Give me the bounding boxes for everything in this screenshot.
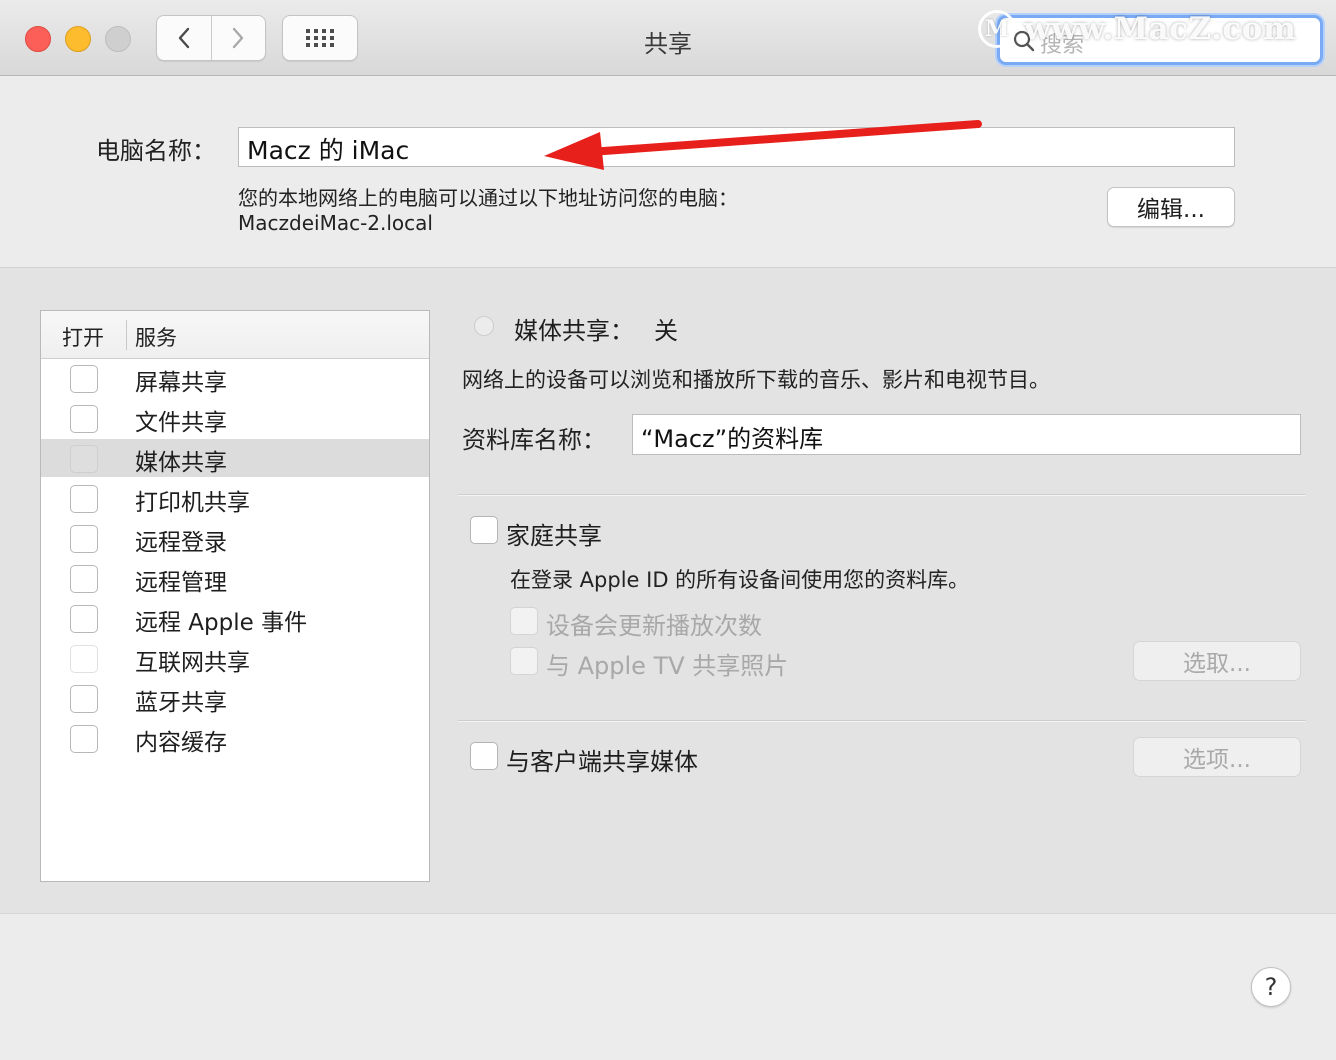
- service-label: 内容缓存: [135, 730, 227, 756]
- client-options-button[interactable]: 选项...: [1133, 737, 1301, 777]
- computer-name-label: 电脑名称：: [96, 137, 216, 165]
- divider: [458, 494, 1306, 496]
- service-label: 远程登录: [135, 530, 227, 556]
- service-description: 网络上的设备可以浏览和播放所下载的音乐、影片和电视节目。: [462, 368, 1050, 392]
- computer-name-field[interactable]: Macz 的 iMac: [238, 127, 1235, 167]
- service-label: 打印机共享: [135, 490, 250, 516]
- update-play-count-label: 设备会更新播放次数: [546, 612, 762, 640]
- service-status-title: 媒体共享：: [514, 317, 634, 345]
- local-hostname: MaczdeiMac-2.local: [238, 211, 433, 235]
- service-checkbox[interactable]: [70, 365, 98, 393]
- service-checkbox[interactable]: [70, 725, 98, 753]
- share-media-with-clients-checkbox[interactable]: [470, 742, 498, 770]
- service-label: 蓝牙共享: [135, 690, 227, 716]
- home-sharing-label[interactable]: 家庭共享: [506, 516, 602, 551]
- service-label: 互联网共享: [135, 650, 250, 676]
- service-checkbox[interactable]: [70, 445, 98, 473]
- service-row-content-caching[interactable]: 内容缓存: [41, 719, 429, 757]
- service-checkbox[interactable]: [70, 565, 98, 593]
- service-label: 文件共享: [135, 410, 227, 436]
- service-row-screen-sharing[interactable]: 屏幕共享: [41, 359, 429, 397]
- service-label: 屏幕共享: [135, 370, 227, 396]
- share-photos-appletv-label: 与 Apple TV 共享照片: [546, 652, 789, 680]
- local-address-hint: 您的本地网络上的电脑可以通过以下地址访问您的电脑：: [238, 186, 738, 210]
- service-row-remote-apple-events[interactable]: 远程 Apple 事件: [41, 599, 429, 637]
- services-table-header: 打开 服务: [41, 311, 429, 359]
- home-sharing-checkbox[interactable]: [470, 516, 498, 544]
- services-table: 打开 服务 屏幕共享 文件共享 媒体共享 打印机共享 远程登录 远程管理 远程 …: [40, 310, 430, 882]
- service-label: 远程 Apple 事件: [135, 610, 308, 636]
- edit-hostname-button[interactable]: 编辑...: [1107, 187, 1235, 227]
- service-checkbox[interactable]: [70, 605, 98, 633]
- update-play-count-checkbox[interactable]: [510, 607, 538, 635]
- service-row-internet-sharing[interactable]: 互联网共享: [41, 639, 429, 677]
- service-checkbox[interactable]: [70, 405, 98, 433]
- search-icon: [1013, 30, 1035, 52]
- column-separator: [126, 320, 127, 350]
- service-label: 媒体共享: [135, 450, 227, 476]
- column-header-service[interactable]: 服务: [135, 322, 177, 352]
- service-label: 远程管理: [135, 570, 227, 596]
- service-checkbox[interactable]: [70, 645, 98, 673]
- service-row-bluetooth-sharing[interactable]: 蓝牙共享: [41, 679, 429, 717]
- service-row-file-sharing[interactable]: 文件共享: [41, 399, 429, 437]
- service-row-remote-management[interactable]: 远程管理: [41, 559, 429, 597]
- help-button[interactable]: ?: [1251, 967, 1291, 1007]
- library-name-label: 资料库名称：: [462, 426, 606, 454]
- status-indicator-icon: [474, 316, 494, 336]
- share-media-with-clients-label[interactable]: 与客户端共享媒体: [506, 742, 698, 777]
- home-sharing-description: 在登录 Apple ID 的所有设备间使用您的资料库。: [510, 568, 970, 592]
- service-row-media-sharing[interactable]: 媒体共享: [41, 439, 429, 477]
- choose-photos-button[interactable]: 选取...: [1133, 641, 1301, 681]
- service-row-remote-login[interactable]: 远程登录: [41, 519, 429, 557]
- search-field[interactable]: 搜索: [997, 15, 1323, 65]
- column-header-on[interactable]: 打开: [62, 322, 104, 352]
- window-titlebar: 共享 搜索 M www.MacZ.com: [0, 0, 1336, 76]
- service-status-value: 关: [654, 317, 678, 345]
- service-checkbox[interactable]: [70, 685, 98, 713]
- service-row-printer-sharing[interactable]: 打印机共享: [41, 479, 429, 517]
- search-placeholder: 搜索: [1040, 33, 1085, 58]
- share-photos-appletv-checkbox[interactable]: [510, 647, 538, 675]
- service-checkbox[interactable]: [70, 525, 98, 553]
- library-name-field[interactable]: “Macz”的资料库: [632, 414, 1301, 455]
- service-checkbox[interactable]: [70, 485, 98, 513]
- divider: [458, 720, 1306, 722]
